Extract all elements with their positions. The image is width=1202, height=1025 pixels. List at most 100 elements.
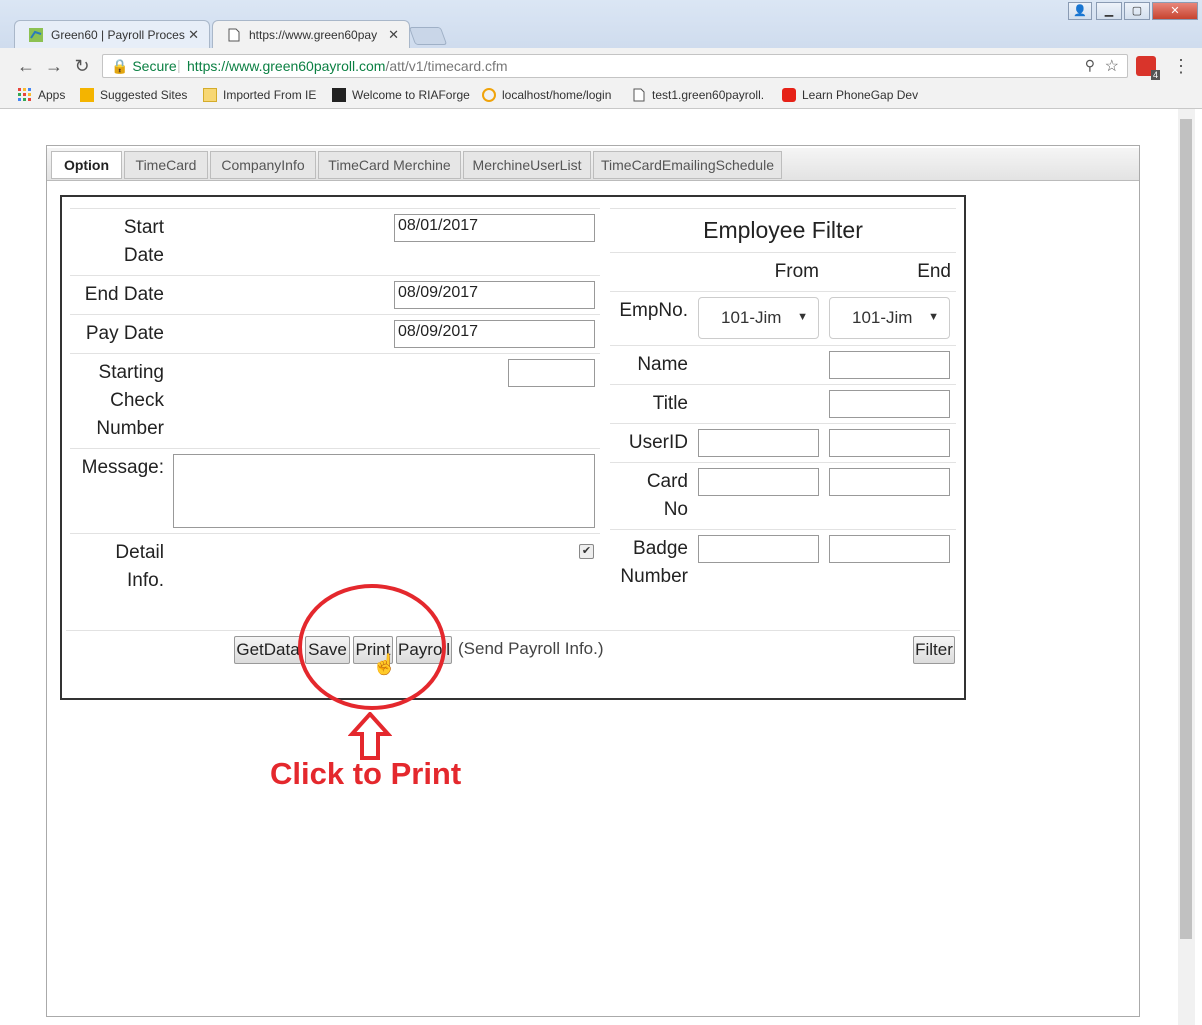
- green60-favicon-icon: [29, 28, 43, 42]
- divider: [70, 208, 600, 209]
- userid-end-input[interactable]: [829, 429, 950, 457]
- tab-timecard[interactable]: TimeCard: [124, 151, 208, 179]
- start-date-label: Start Date: [80, 214, 164, 270]
- url-text[interactable]: https://www.green60payroll.com/att/v1/ti…: [187, 58, 508, 74]
- bookmark-label: Suggested Sites: [100, 88, 188, 102]
- maximize-icon[interactable]: ▢: [1124, 2, 1150, 20]
- userid-from-input[interactable]: [698, 429, 819, 457]
- divider: [610, 384, 956, 385]
- divider: [610, 462, 956, 463]
- divider: [70, 448, 600, 449]
- pay-date-input[interactable]: 08/09/2017: [394, 320, 595, 348]
- scrollbar-thumb[interactable]: [1180, 119, 1192, 939]
- back-icon[interactable]: ←: [16, 56, 36, 76]
- scrollbar[interactable]: [1178, 109, 1195, 1025]
- annotation-text: Click to Print: [270, 756, 462, 791]
- name-label: Name: [637, 354, 688, 375]
- minimize-icon[interactable]: ▁: [1096, 2, 1122, 20]
- badge-number-label: Badge Number: [610, 535, 688, 591]
- label-line: Number: [620, 566, 688, 587]
- lock-icon: 🔒: [111, 58, 129, 74]
- tab-timecardemailingschedule[interactable]: TimeCardEmailingSchedule: [593, 151, 782, 179]
- message-label: Message:: [81, 457, 164, 478]
- zoom-icon[interactable]: ⚲: [1085, 57, 1095, 74]
- getdata-button[interactable]: GetData: [234, 636, 302, 664]
- tab-option[interactable]: Option: [51, 151, 122, 179]
- secure-indicator[interactable]: 🔒 Secure: [111, 58, 177, 75]
- bookmark-riaforge[interactable]: Welcome to RIAForge: [332, 88, 472, 102]
- userid-label: UserID: [628, 432, 688, 453]
- reload-icon[interactable]: ↻: [72, 56, 92, 76]
- close-tab-icon[interactable]: ✕: [188, 27, 199, 43]
- message-textarea[interactable]: [173, 454, 595, 528]
- divider: [70, 353, 600, 354]
- bookmarks-bar: Apps Suggested Sites Imported From IE We…: [0, 84, 1202, 108]
- title-label: Title: [652, 393, 688, 414]
- pay-date-label: Pay Date: [85, 323, 164, 344]
- bookmark-test1[interactable]: test1.green60payroll.: [632, 88, 768, 102]
- riaforge-icon: [332, 88, 346, 102]
- menu-icon[interactable]: ⋮: [1172, 56, 1190, 77]
- end-date-input[interactable]: 08/09/2017: [394, 281, 595, 309]
- badge-number-end-input[interactable]: [829, 535, 950, 563]
- new-tab-button[interactable]: [408, 27, 448, 45]
- divider: [610, 423, 956, 424]
- label-line: Check: [110, 390, 164, 411]
- start-date-input[interactable]: 08/01/2017: [394, 214, 595, 242]
- label-line: Number: [96, 418, 164, 439]
- browser-chrome: Green60 | Payroll Proces ✕ https://www.g…: [0, 0, 1202, 109]
- label-line: Badge: [633, 538, 688, 559]
- browser-tab-title: https://www.green60pay: [249, 28, 378, 42]
- bookmark-suggested-sites[interactable]: Suggested Sites: [80, 88, 187, 102]
- bookmark-phonegap[interactable]: Learn PhoneGap Dev: [782, 88, 918, 102]
- divider: [610, 252, 956, 253]
- label-line: No: [663, 499, 688, 520]
- card-no-end-input[interactable]: [829, 468, 950, 496]
- detail-info-checkbox[interactable]: ✔: [579, 544, 594, 559]
- title-input[interactable]: [829, 390, 950, 418]
- name-input[interactable]: [829, 351, 950, 379]
- label-line: Card: [646, 471, 688, 492]
- bookmark-star-icon[interactable]: ☆: [1105, 56, 1119, 76]
- folder-icon: [203, 88, 217, 102]
- badge-number-from-input[interactable]: [698, 535, 819, 563]
- payroll-note: (Send Payroll Info.): [458, 639, 604, 658]
- localhost-icon: [482, 88, 496, 102]
- label-line: Detail: [115, 542, 164, 563]
- youtube-icon: [782, 88, 796, 102]
- filter-button[interactable]: Filter: [913, 636, 955, 664]
- bookmark-imported-from-ie[interactable]: Imported From IE: [203, 88, 316, 102]
- divider: [70, 533, 600, 534]
- bookmark-label: localhost/home/login: [502, 88, 612, 102]
- annotation-circle: [298, 584, 446, 710]
- close-window-icon[interactable]: ✕: [1152, 2, 1198, 20]
- browser-tab-payroll[interactable]: Green60 | Payroll Proces ✕: [14, 20, 210, 48]
- card-no-from-input[interactable]: [698, 468, 819, 496]
- detail-info-label: Detail Info.: [70, 539, 164, 595]
- bookmark-label: Imported From IE: [223, 88, 317, 102]
- bookmark-apps[interactable]: Apps: [18, 88, 65, 102]
- bookmark-localhost[interactable]: localhost/home/login: [482, 88, 618, 102]
- user-profile-icon[interactable]: 👤: [1068, 2, 1092, 20]
- employee-filter-title: Employee Filter: [703, 217, 863, 243]
- tab-companyinfo[interactable]: CompanyInfo: [210, 151, 316, 179]
- dropdown-arrow-icon: ▼: [797, 311, 808, 323]
- from-label: From: [774, 261, 819, 282]
- bookmark-label: Learn PhoneGap Dev: [802, 88, 918, 102]
- empno-end-select[interactable]: 101-Jim ▼: [829, 297, 950, 339]
- forward-icon[interactable]: →: [44, 56, 64, 76]
- tab-timecard-merchine[interactable]: TimeCard Merchine: [318, 151, 461, 179]
- url-path: /att/v1/timecard.cfm: [385, 58, 508, 74]
- tab-merchineuserlist[interactable]: MerchineUserList: [463, 151, 591, 179]
- extension-icon[interactable]: 4: [1136, 56, 1160, 80]
- address-bar[interactable]: 🔒 Secure | https://www.green60payroll.co…: [102, 54, 1128, 78]
- divider: [610, 291, 956, 292]
- label-line: Info.: [127, 570, 164, 591]
- browser-tab-timecard[interactable]: https://www.green60pay ✕: [212, 20, 410, 48]
- empno-from-select[interactable]: 101-Jim ▼: [698, 297, 819, 339]
- bookmark-label: Welcome to RIAForge: [352, 88, 470, 102]
- bing-icon: [80, 88, 94, 102]
- starting-check-number-input[interactable]: [508, 359, 595, 387]
- end-date-label: End Date: [84, 284, 164, 305]
- close-tab-icon[interactable]: ✕: [388, 27, 399, 43]
